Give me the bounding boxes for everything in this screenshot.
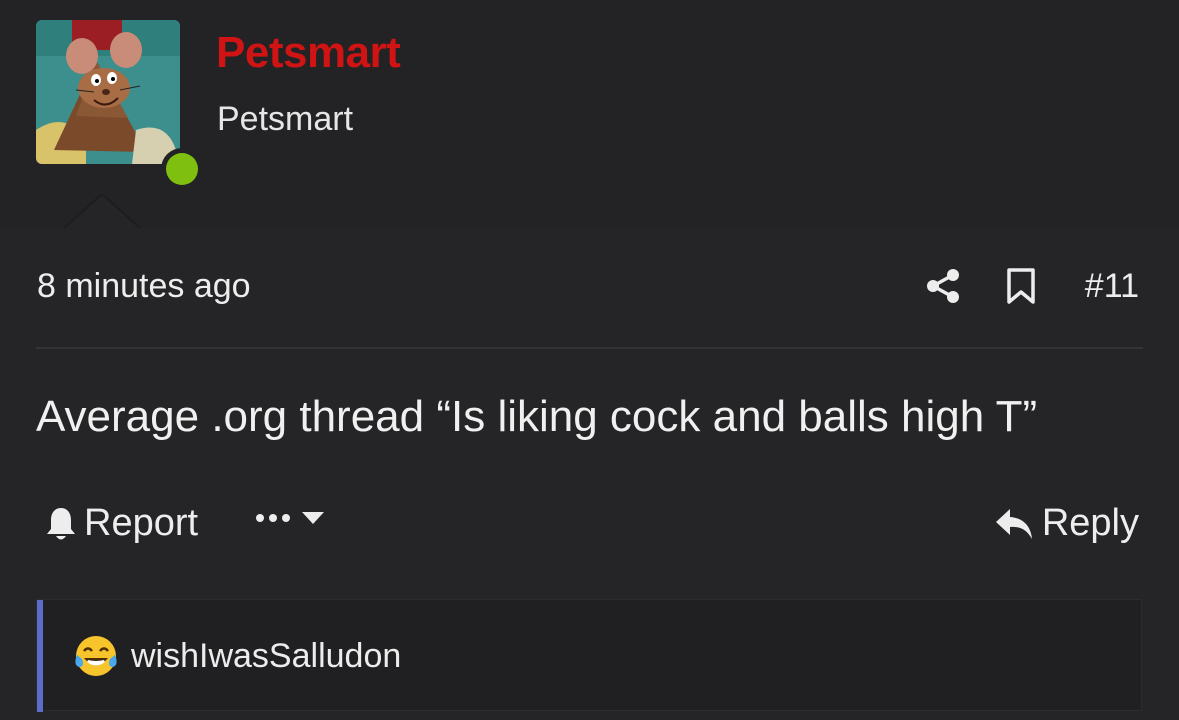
- online-status-dot: [166, 153, 198, 185]
- report-button[interactable]: Report: [44, 502, 198, 545]
- ellipsis-icon: [256, 514, 290, 522]
- reaction-summary[interactable]: wishIwasSalludon: [73, 633, 401, 679]
- reply-label: Reply: [1041, 502, 1139, 544]
- post-footer: Report Reply: [44, 502, 1139, 552]
- report-label: Report: [84, 502, 199, 544]
- post-timestamp[interactable]: 8 minutes ago: [37, 267, 251, 306]
- reactions-accent-bar: [37, 600, 43, 712]
- share-button[interactable]: [925, 268, 1005, 304]
- tears-of-joy-icon: [75, 636, 117, 676]
- forum-post-page: Petsmart Petsmart 8 minutes ago #11 Aver…: [0, 0, 1179, 720]
- avatar[interactable]: [36, 20, 180, 164]
- avatar-container[interactable]: [36, 20, 203, 190]
- bell-icon: [47, 507, 75, 539]
- post-pointer-arrow: [64, 194, 140, 228]
- post-number-link[interactable]: #11: [1085, 267, 1139, 306]
- reply-icon: [995, 508, 1032, 539]
- online-status-indicator: [161, 148, 203, 190]
- post-header-divider: [36, 347, 1143, 349]
- user-title: Petsmart: [217, 100, 354, 138]
- bookmark-icon: [1007, 268, 1035, 304]
- share-icon: [926, 269, 959, 303]
- reply-button[interactable]: Reply: [994, 502, 1139, 545]
- more-options-button[interactable]: [254, 510, 326, 526]
- post-user-header: Petsmart Petsmart: [0, 0, 1179, 226]
- username-link[interactable]: Petsmart: [216, 28, 401, 78]
- post-message: Average .org thread “Is liking cock and …: [36, 392, 1038, 441]
- reactions-bar: wishIwasSalludon: [36, 599, 1142, 712]
- post-body: 8 minutes ago #11 Average .org thread “I…: [0, 228, 1179, 720]
- reaction-user-link[interactable]: wishIwasSalludon: [131, 637, 401, 676]
- chevron-down-icon: [302, 512, 324, 524]
- bookmark-button[interactable]: [1005, 267, 1085, 305]
- post-actions: #11: [925, 264, 1139, 308]
